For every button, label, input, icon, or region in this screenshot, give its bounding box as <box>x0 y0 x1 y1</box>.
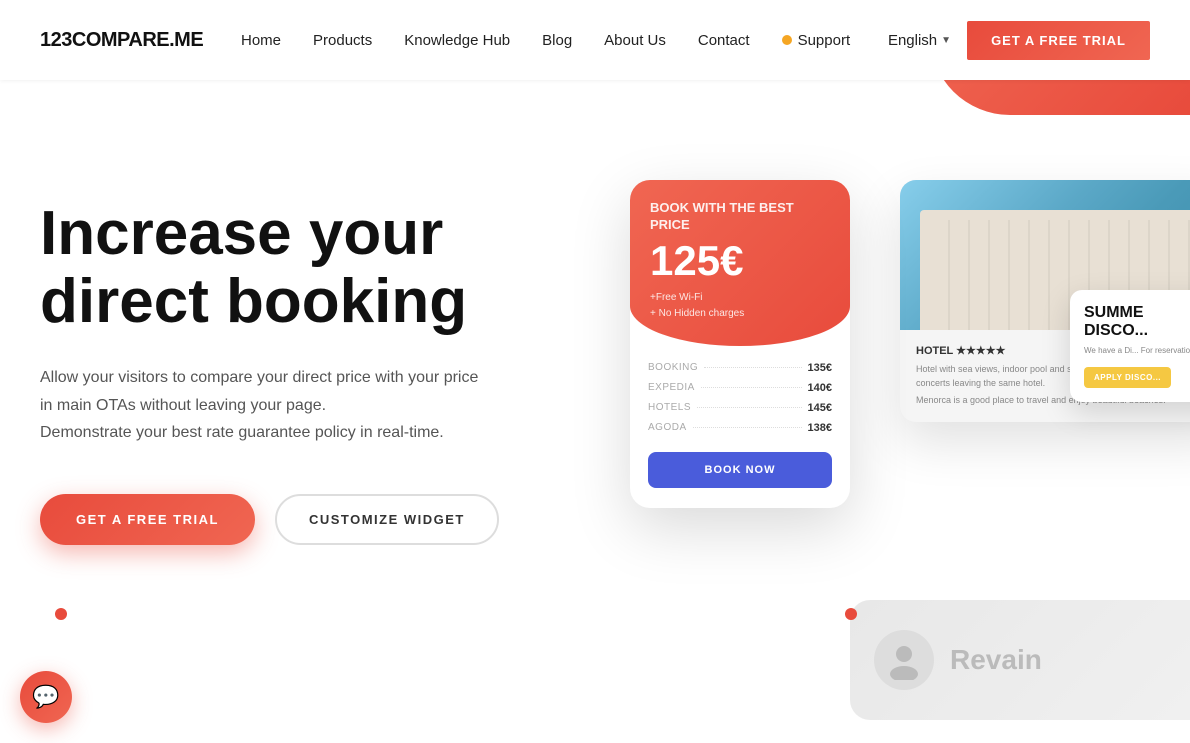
get-free-trial-button[interactable]: GET A FREE TRIAL <box>40 494 255 545</box>
revain-icon <box>874 630 934 690</box>
brand-logo[interactable]: 123COMPARE.ME <box>40 29 203 52</box>
nav-about-us[interactable]: About Us <box>604 32 666 49</box>
hero-desc-line1: Allow your visitors to compare your dire… <box>40 369 478 386</box>
hero-section: Increase your direct booking Allow your … <box>0 80 1190 740</box>
summer-popup-desc: We have a Di... For reservatio... <box>1084 345 1190 357</box>
booking-row-booking: BOOKING 135€ <box>648 362 832 374</box>
booking-card-price: 125€ <box>650 240 830 282</box>
booking-card-body: BOOKING 135€ EXPEDIA 140€ HOTELS 145€ AG… <box>630 346 850 508</box>
booking-dots-2 <box>701 387 802 388</box>
hero-description: Allow your visitors to compare your dire… <box>40 364 499 446</box>
perk2: + No Hidden charges <box>650 306 830 322</box>
nav-blog[interactable]: Blog <box>542 32 572 49</box>
hero-title: Increase your direct booking <box>40 200 499 336</box>
customize-widget-button[interactable]: CUSTOMIZE WIDGET <box>275 494 499 545</box>
booking-row-hotels: HOTELS 145€ <box>648 402 832 414</box>
nav-knowledge-hub[interactable]: Knowledge Hub <box>404 32 510 49</box>
booking-card-perks: +Free Wi-Fi + No Hidden charges <box>650 290 830 322</box>
hero-buttons: GET A FREE TRIAL CUSTOMIZE WIDGET <box>40 494 499 545</box>
support-status-dot <box>782 35 792 45</box>
book-now-button[interactable]: BOOK NOW <box>648 452 832 488</box>
hero-content-left: Increase your direct booking Allow your … <box>40 120 499 545</box>
hero-desc-line2: in main OTAs without leaving your page. <box>40 397 326 414</box>
nav-links: Home Products Knowledge Hub Blog About U… <box>241 32 850 49</box>
chevron-down-icon: ▼ <box>941 35 951 46</box>
hero-desc-line3: Demonstrate your best rate guarantee pol… <box>40 424 444 441</box>
bottom-dot-left <box>55 608 67 620</box>
booking-row-expedia: EXPEDIA 140€ <box>648 382 832 394</box>
summer-discount-popup: SUMMEDISCO... We have a Di... For reserv… <box>1070 290 1190 402</box>
nav-support[interactable]: Support <box>782 32 851 49</box>
booking-card: BOOK WITH THE BEST PRICE 125€ +Free Wi-F… <box>630 180 850 508</box>
booking-card-title: BOOK WITH THE BEST PRICE <box>650 200 830 234</box>
hero-title-line1: Increase your <box>40 199 443 268</box>
nav-products[interactable]: Products <box>313 32 372 49</box>
booking-dots-3 <box>697 407 802 408</box>
bottom-dot-right <box>845 608 857 620</box>
nav-cta-button[interactable]: GET A FREE TRIAL <box>967 21 1150 60</box>
laptop-hotel-section: HOTEL ★★★★★ Hotel with sea views, indoor… <box>900 180 1190 422</box>
revain-brand-label: Revain <box>950 644 1042 676</box>
nav-right: English ▼ GET A FREE TRIAL <box>888 21 1150 60</box>
booking-row-agoda: AGODA 138€ <box>648 422 832 434</box>
summer-apply-button[interactable]: APPLY DISCO... <box>1084 367 1171 388</box>
nav-home[interactable]: Home <box>241 32 281 49</box>
summer-popup-title: SUMMEDISCO... <box>1084 304 1190 339</box>
perk1: +Free Wi-Fi <box>650 290 830 306</box>
navbar: 123COMPARE.ME Home Products Knowledge Hu… <box>0 0 1190 80</box>
booking-dots-4 <box>693 427 802 428</box>
chat-icon: 💬 <box>32 684 59 710</box>
nav-support-label: Support <box>798 32 851 49</box>
revain-section: Revain <box>850 600 1190 720</box>
hero-title-line2: direct booking <box>40 267 467 336</box>
nav-contact[interactable]: Contact <box>698 32 750 49</box>
language-selector[interactable]: English ▼ <box>888 32 951 49</box>
booking-dots <box>704 367 801 368</box>
revain-person-icon <box>884 640 924 680</box>
chat-bubble-button[interactable]: 💬 <box>20 671 72 723</box>
language-label: English <box>888 32 937 49</box>
booking-card-header: BOOK WITH THE BEST PRICE 125€ +Free Wi-F… <box>630 180 850 346</box>
